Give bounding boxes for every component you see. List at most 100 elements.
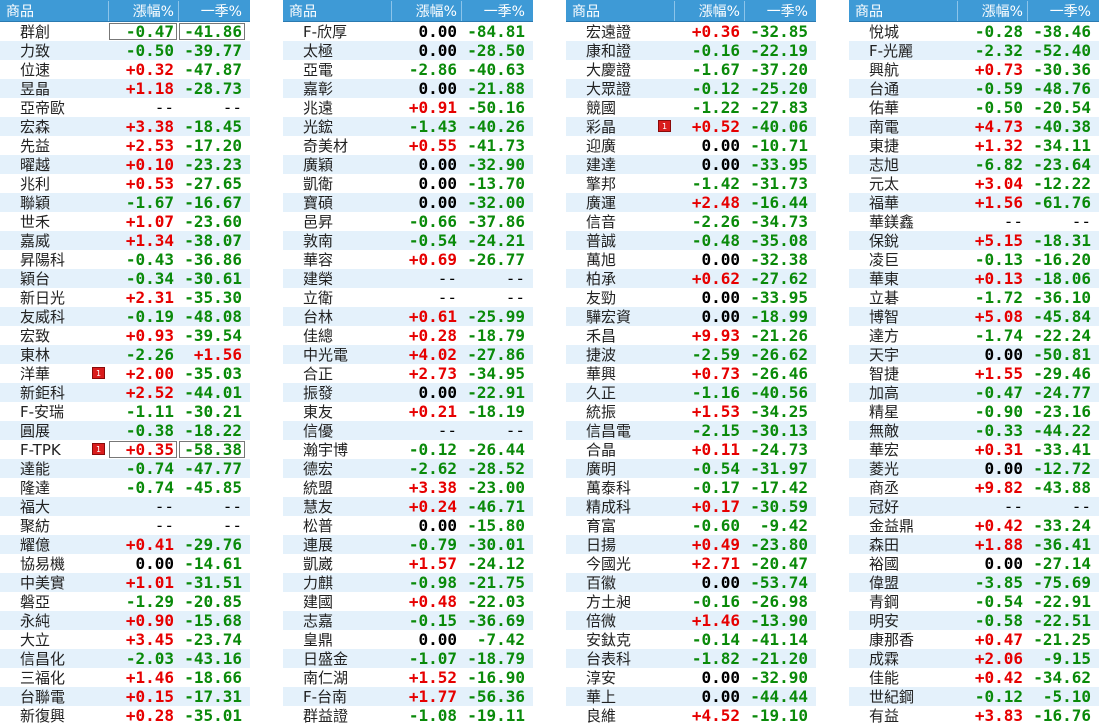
quote-row[interactable]: 佳總 +0.28 -18.79: [283, 326, 533, 345]
quote-row[interactable]: 位速 +0.32 -47.87: [0, 60, 250, 79]
quote-row[interactable]: 台表科 -1.82 -21.20: [566, 649, 816, 668]
quote-row[interactable]: 驊宏資 0.00 -18.99: [566, 307, 816, 326]
quote-row[interactable]: 中美實 +1.01 -31.51: [0, 573, 250, 592]
quote-row[interactable]: 世禾 +1.07 -23.60: [0, 212, 250, 231]
header-quarter[interactable]: 一季%: [178, 0, 246, 21]
quote-row[interactable]: 大眾證 -0.12 -25.20: [566, 79, 816, 98]
quote-row[interactable]: 世紀鋼 -0.12 -5.10: [849, 687, 1099, 706]
quote-row[interactable]: 精成科 +0.17 -30.59: [566, 497, 816, 516]
quote-row[interactable]: 寶碩 0.00 -32.00: [283, 193, 533, 212]
quote-row[interactable]: 精星 -0.90 -23.16: [849, 402, 1099, 421]
quote-row[interactable]: 冠好 -- --: [849, 497, 1099, 516]
quote-row[interactable]: 福大 -- --: [0, 497, 250, 516]
quote-row[interactable]: 競國 -1.22 -27.83: [566, 98, 816, 117]
quote-row[interactable]: 台通 -0.59 -48.76: [849, 79, 1099, 98]
quote-row[interactable]: 無敵 -0.33 -44.22: [849, 421, 1099, 440]
quote-row[interactable]: 穎台 -0.34 -30.61: [0, 269, 250, 288]
quote-row[interactable]: 南仁湖 +1.52 -16.90: [283, 668, 533, 687]
quote-row[interactable]: F-台南 +1.77 -56.36: [283, 687, 533, 706]
header-name[interactable]: 商品: [849, 1, 957, 21]
alert-badge-icon[interactable]: 1: [92, 367, 105, 379]
quote-row[interactable]: 建榮 -- --: [283, 269, 533, 288]
quote-row[interactable]: 敦南 -0.54 -24.21: [283, 231, 533, 250]
quote-row[interactable]: 裕國 0.00 -27.14: [849, 554, 1099, 573]
quote-row[interactable]: 新復興 +0.28 -35.01: [0, 706, 250, 725]
quote-row[interactable]: 康和證 -0.16 -22.19: [566, 41, 816, 60]
quote-row[interactable]: 曜越 +0.10 -23.23: [0, 155, 250, 174]
quote-row[interactable]: 邑昇 -0.66 -37.86: [283, 212, 533, 231]
quote-row[interactable]: 合晶 +0.11 -24.73: [566, 440, 816, 459]
header-quarter[interactable]: 一季%: [1027, 0, 1095, 21]
quote-row[interactable]: 皇鼎 0.00 -7.42: [283, 630, 533, 649]
quote-row[interactable]: 佳能 +0.42 -34.62: [849, 668, 1099, 687]
alert-badge-icon[interactable]: 1: [658, 120, 671, 132]
quote-row[interactable]: 元太 +3.04 -12.22: [849, 174, 1099, 193]
quote-row[interactable]: 久正 -1.16 -40.56: [566, 383, 816, 402]
quote-row[interactable]: 廣穎 0.00 -32.90: [283, 155, 533, 174]
quote-row[interactable]: 新日光 +2.31 -35.30: [0, 288, 250, 307]
quote-row[interactable]: 太極 0.00 -28.50: [283, 41, 533, 60]
quote-row[interactable]: 天宇 0.00 -50.81: [849, 345, 1099, 364]
quote-row[interactable]: 力致 -0.50 -39.77: [0, 41, 250, 60]
quote-row[interactable]: 友勁 0.00 -33.95: [566, 288, 816, 307]
quote-row[interactable]: 志旭 -6.82 -23.64: [849, 155, 1099, 174]
quote-row[interactable]: 德宏 -2.62 -28.52: [283, 459, 533, 478]
alert-badge-icon[interactable]: 1: [92, 443, 105, 455]
header-change[interactable]: 漲幅%: [391, 0, 461, 21]
quote-row[interactable]: 大立 +3.45 -23.74: [0, 630, 250, 649]
quote-row[interactable]: 興航 +0.73 -30.36: [849, 60, 1099, 79]
quote-row[interactable]: 磐亞 -1.29 -20.85: [0, 592, 250, 611]
quote-row[interactable]: 凱崴 +1.57 -24.12: [283, 554, 533, 573]
quote-row[interactable]: 良維 +4.52 -19.10: [566, 706, 816, 725]
quote-row[interactable]: 今國光 +2.71 -20.47: [566, 554, 816, 573]
quote-row[interactable]: 先益 +2.53 -17.20: [0, 136, 250, 155]
quote-row[interactable]: 群益證 -1.08 -19.11: [283, 706, 533, 725]
header-change[interactable]: 漲幅%: [108, 0, 178, 21]
quote-row[interactable]: 康那香 +0.47 -21.25: [849, 630, 1099, 649]
quote-row[interactable]: 圓展 -0.38 -18.22: [0, 421, 250, 440]
quote-row[interactable]: 協易機 0.00 -14.61: [0, 554, 250, 573]
quote-row[interactable]: 大慶證 -1.67 -37.20: [566, 60, 816, 79]
quote-row[interactable]: 立碁 -1.72 -36.10: [849, 288, 1099, 307]
quote-row[interactable]: 中光電 +4.02 -27.86: [283, 345, 533, 364]
quote-row[interactable]: 亞帝歐 -- --: [0, 98, 250, 117]
quote-row[interactable]: F-欣厚 0.00 -84.81: [283, 22, 533, 41]
quote-row[interactable]: 倍微 +1.46 -13.90: [566, 611, 816, 630]
header-change[interactable]: 漲幅%: [674, 0, 744, 21]
quote-row[interactable]: 日揚 +0.49 -23.80: [566, 535, 816, 554]
quote-row[interactable]: 彩晶 1 +0.52 -40.06: [566, 117, 816, 136]
quote-row[interactable]: 明安 -0.58 -22.51: [849, 611, 1099, 630]
quote-row[interactable]: 東捷 +1.32 -34.11: [849, 136, 1099, 155]
quote-row[interactable]: 瀚宇博 -0.12 -26.44: [283, 440, 533, 459]
quote-row[interactable]: 統盟 +3.38 -23.00: [283, 478, 533, 497]
quote-row[interactable]: 振發 0.00 -22.91: [283, 383, 533, 402]
quote-row[interactable]: 柏承 +0.62 -27.62: [566, 269, 816, 288]
quote-row[interactable]: 加高 -0.47 -24.77: [849, 383, 1099, 402]
quote-row[interactable]: 嘉威 +1.34 -38.07: [0, 231, 250, 250]
quote-row[interactable]: 達方 -1.74 -22.24: [849, 326, 1099, 345]
quote-row[interactable]: 兆遠 +0.91 -50.16: [283, 98, 533, 117]
quote-row[interactable]: 耀億 +0.41 -29.76: [0, 535, 250, 554]
quote-row[interactable]: 信昌電 -2.15 -30.13: [566, 421, 816, 440]
header-quarter[interactable]: 一季%: [744, 0, 812, 21]
quote-row[interactable]: 光鋐 -1.43 -40.26: [283, 117, 533, 136]
quote-row[interactable]: F-光麗 -2.32 -52.40: [849, 41, 1099, 60]
header-name[interactable]: 商品: [283, 1, 391, 21]
quote-row[interactable]: 華鎂鑫 -- --: [849, 212, 1099, 231]
quote-row[interactable]: 志嘉 -0.15 -36.69: [283, 611, 533, 630]
quote-row[interactable]: 華上 0.00 -44.44: [566, 687, 816, 706]
quote-row[interactable]: 偉盟 -3.85 -75.69: [849, 573, 1099, 592]
header-name[interactable]: 商品: [566, 1, 674, 21]
quote-row[interactable]: 合正 +2.73 -34.95: [283, 364, 533, 383]
quote-row[interactable]: 昱晶 +1.18 -28.73: [0, 79, 250, 98]
quote-row[interactable]: 智捷 +1.55 -29.46: [849, 364, 1099, 383]
quote-row[interactable]: 悅城 -0.28 -38.46: [849, 22, 1099, 41]
quote-row[interactable]: 華興 +0.73 -26.46: [566, 364, 816, 383]
quote-row[interactable]: 宏致 +0.93 -39.54: [0, 326, 250, 345]
quote-row[interactable]: 百徽 0.00 -53.74: [566, 573, 816, 592]
quote-row[interactable]: 普誠 -0.48 -35.08: [566, 231, 816, 250]
header-name[interactable]: 商品: [0, 1, 108, 21]
quote-row[interactable]: 群創 -0.47 -41.86: [0, 22, 250, 41]
quote-row[interactable]: 金益鼎 +0.42 -33.24: [849, 516, 1099, 535]
quote-row[interactable]: F-TPK 1 +0.35 -58.38: [0, 440, 250, 459]
